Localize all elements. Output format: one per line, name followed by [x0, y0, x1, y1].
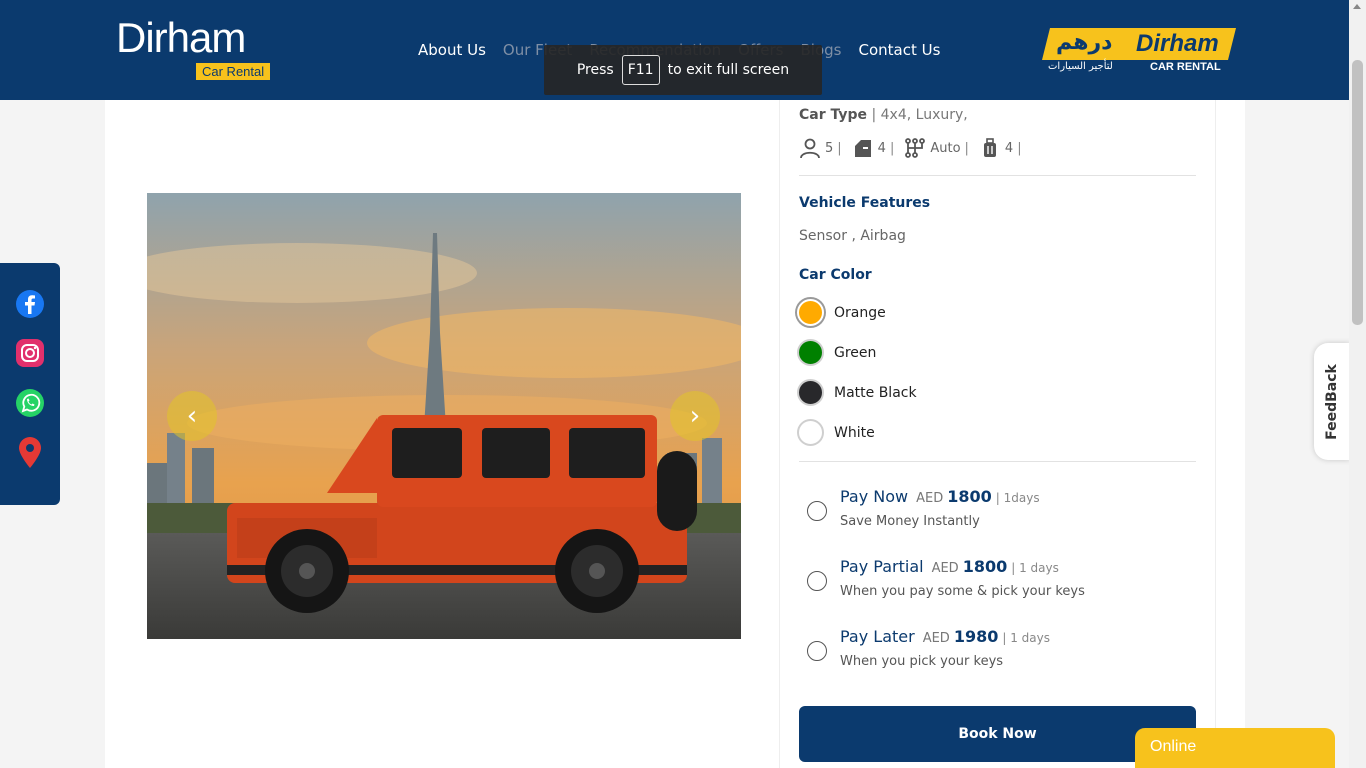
color-label: Orange [834, 304, 886, 321]
whatsapp-icon[interactable] [14, 387, 46, 419]
nav-contact-us[interactable]: Contact Us [858, 40, 940, 60]
pay-partial-radio[interactable] [807, 571, 827, 591]
vehicle-features-heading: Vehicle Features [799, 195, 931, 211]
pay-days: | 1 days [1002, 631, 1050, 645]
pay-now-title: Pay Now AED 1800 | 1days [840, 487, 1040, 506]
toast-press: Press [576, 62, 614, 78]
color-swatch-matte-black[interactable] [797, 379, 824, 406]
gearbox-icon [904, 137, 926, 159]
pay-amount: 1800 [962, 557, 1008, 576]
logo-english-sub: CAR RENTAL [1150, 61, 1221, 73]
color-label: Green [834, 344, 877, 361]
instagram-icon[interactable] [14, 337, 46, 369]
pay-title: Pay Now [840, 487, 909, 506]
logo-english: Dirham [1136, 30, 1219, 57]
color-option-matte-black[interactable]: Matte Black [797, 379, 917, 406]
color-swatch-orange[interactable] [797, 299, 824, 326]
spec-seats: 5 [825, 140, 834, 156]
chevron-left-icon: ‹ [186, 401, 198, 431]
pay-amount: 1980 [953, 627, 999, 646]
color-option-white[interactable]: White [797, 419, 875, 446]
car-color-heading: Car Color [799, 267, 872, 283]
spec-separator: | [889, 140, 895, 156]
feedback-tab[interactable]: FeedBack [1314, 343, 1350, 460]
spec-doors: 4 [877, 140, 886, 156]
color-option-orange[interactable]: Orange [797, 299, 886, 326]
dirham-logo[interactable]: Dirham Car Rental [116, 16, 272, 82]
car-door-icon [852, 137, 874, 159]
logo-arabic-sub: لتأجير السيارات [1048, 61, 1113, 72]
toast-message: to exit full screen [667, 62, 790, 78]
pay-days: | 1 days [1011, 561, 1059, 575]
feedback-label: FeedBack [1324, 363, 1340, 440]
car-type-label: Car Type [799, 107, 868, 123]
logo-word: Dirham [116, 14, 246, 61]
spec-separator: | [964, 140, 969, 156]
pay-currency: AED [931, 561, 959, 576]
location-pin-icon[interactable] [14, 437, 46, 469]
pay-title: Pay Partial [840, 557, 924, 576]
car-type-value: | 4x4, Luxury, [871, 107, 968, 123]
online-chat-label: Online [1150, 738, 1197, 755]
color-swatch-green[interactable] [797, 339, 824, 366]
scroll-up-arrow-icon[interactable] [1353, 4, 1361, 9]
pay-currency: AED [916, 491, 944, 506]
spec-transmission: Auto [930, 140, 961, 156]
toast-key: F11 [621, 55, 660, 85]
pay-partial-title: Pay Partial AED 1800 | 1 days [840, 557, 1059, 576]
car-photo [147, 193, 741, 639]
pay-title: Pay Later [840, 627, 915, 646]
pay-now-radio[interactable] [807, 501, 827, 521]
color-label: White [834, 424, 875, 441]
pay-currency: AED [922, 631, 950, 646]
page-scrollbar[interactable] [1349, 0, 1366, 768]
luggage-icon [979, 137, 1001, 159]
scrollbar-thumb[interactable] [1352, 60, 1363, 325]
divider [799, 461, 1196, 462]
pay-later-radio[interactable] [807, 641, 827, 661]
chevron-right-icon: › [689, 401, 701, 431]
car-specs: 5 | 4 | Auto | 4 | [799, 137, 1028, 159]
social-sidebar [0, 263, 60, 505]
logo-arabic: درهم [1056, 30, 1113, 55]
car-type: Car Type | 4x4, Luxury, [799, 107, 968, 123]
divider [799, 175, 1196, 176]
logo-tag: Car Rental [196, 63, 271, 80]
carousel-prev-button[interactable]: ‹ [167, 391, 217, 441]
pay-days: | 1days [995, 491, 1040, 505]
person-icon [799, 137, 821, 159]
carousel-next-button[interactable]: › [670, 391, 720, 441]
pay-later-title: Pay Later AED 1980 | 1 days [840, 627, 1050, 646]
spec-separator: | [1017, 140, 1022, 156]
pay-amount: 1800 [947, 487, 992, 506]
vehicle-features-value: Sensor , Airbag [799, 228, 906, 244]
spec-luggage: 4 [1004, 140, 1014, 156]
car-image [147, 193, 741, 639]
online-chat-widget[interactable]: Online [1135, 728, 1335, 768]
spec-separator: | [837, 140, 842, 156]
color-option-green[interactable]: Green [797, 339, 876, 366]
pay-subtitle: When you pay some & pick your keys [840, 584, 1085, 599]
pay-subtitle: When you pick your keys [840, 654, 1004, 669]
dirham-car-rental-logo[interactable]: درهم Dirham لتأجير السيارات CAR RENTAL [1040, 26, 1236, 76]
nav-about-us[interactable]: About Us [418, 40, 486, 60]
fullscreen-toast: Press F11 to exit full screen [544, 45, 822, 95]
color-label: Matte Black [834, 384, 917, 401]
facebook-icon[interactable] [14, 288, 46, 320]
color-swatch-white[interactable] [797, 419, 824, 446]
pay-subtitle: Save Money Instantly [840, 514, 980, 529]
